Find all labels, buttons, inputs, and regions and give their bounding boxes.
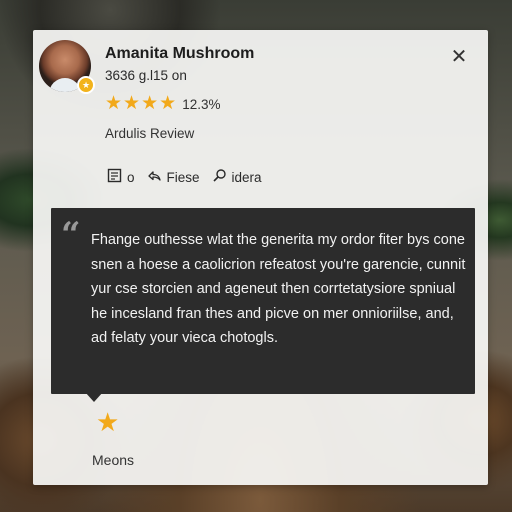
review-label: Ardulis Review [105, 126, 195, 141]
star-icon[interactable]: ★ [96, 408, 119, 436]
footer-label: Meons [92, 452, 135, 468]
close-icon[interactable]: ✕ [449, 47, 469, 67]
share-icon [147, 168, 162, 187]
action-bar: o Fiese idera [107, 168, 274, 187]
search-icon [212, 168, 227, 187]
action-search[interactable]: idera [212, 168, 262, 187]
rating-text: 12.3% [182, 96, 221, 112]
rating-stars: ★ ★ ★ ★ 12.3% [105, 94, 220, 114]
quote-box: “ Fhange outhesse wlat the generita my o… [51, 208, 475, 394]
review-card: ★ Amanita Mushroom 3636 g.l15 on ✕ ★ ★ ★… [33, 30, 488, 485]
action-share[interactable]: Fiese [147, 168, 200, 187]
quote-pointer [85, 392, 103, 402]
action-document[interactable]: o [107, 168, 135, 187]
star-icon: ★ [123, 93, 141, 114]
star-icon: ★ [159, 93, 177, 114]
action-search-label: idera [231, 170, 262, 185]
action-share-label: Fiese [166, 170, 200, 185]
action-document-label: o [127, 170, 135, 185]
quote-text: Fhange outhesse wlat the generita my ord… [91, 232, 466, 346]
badge-icon: ★ [77, 76, 95, 94]
document-icon [107, 168, 122, 187]
card-subtitle: 3636 g.l15 on [105, 68, 187, 83]
card-title: Amanita Mushroom [105, 45, 255, 62]
quote-mark-icon: “ [61, 215, 81, 255]
star-icon: ★ [141, 93, 159, 114]
star-icon: ★ [105, 93, 123, 114]
